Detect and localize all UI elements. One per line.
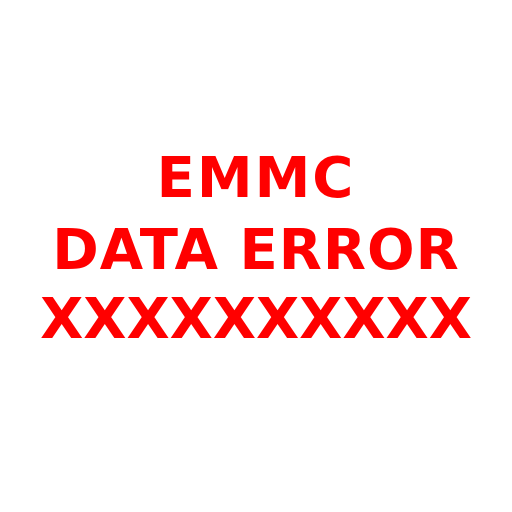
error-title-data-error: DATA ERROR: [52, 218, 460, 283]
error-code: XXXXXXXXXX: [40, 287, 472, 352]
error-screen: EMMC DATA ERROR XXXXXXXXXX: [0, 0, 512, 512]
error-title-emmc: EMMC: [156, 146, 356, 211]
